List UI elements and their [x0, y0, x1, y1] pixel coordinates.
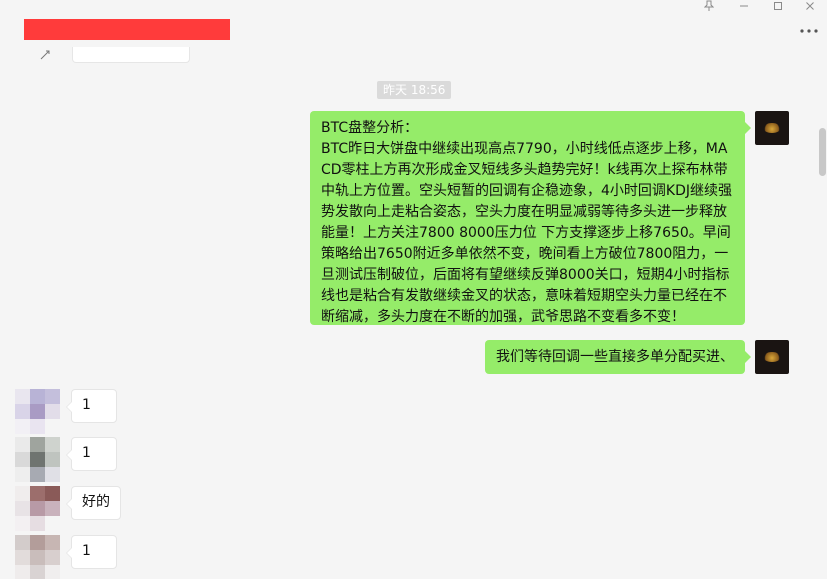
pin-icon[interactable]: [698, 0, 720, 14]
message-text: 1: [82, 445, 91, 461]
scrollbar-thumb[interactable]: [819, 128, 826, 176]
message-bubble[interactable]: 1: [66, 389, 117, 423]
outgoing-message[interactable]: BTC盘整分析： BTC昨日大饼盘中继续出现高点7790，小时线低点逐步上移，M…: [310, 111, 789, 325]
message-text: BTC盘整分析： BTC昨日大饼盘中继续出现高点7790，小时线低点逐步上移，M…: [321, 120, 732, 325]
avatar-pixelated[interactable]: [15, 486, 60, 531]
avatar[interactable]: [755, 111, 789, 145]
message-bubble[interactable]: 1: [66, 437, 117, 471]
avatar-logo: [763, 123, 781, 133]
incoming-message[interactable]: 1: [15, 535, 117, 579]
message-text: 我们等待回调一些直接多单分配买进、: [496, 349, 734, 365]
maximize-icon[interactable]: [767, 0, 789, 14]
message-bubble[interactable]: 1: [66, 535, 117, 569]
close-icon[interactable]: [799, 0, 821, 14]
chat-title-redacted: [24, 19, 230, 40]
partial-avatar: [28, 47, 58, 63]
avatar-pixelated[interactable]: [15, 437, 60, 482]
link-icon: [40, 49, 50, 63]
message-bubble[interactable]: 我们等待回调一些直接多单分配买进、: [485, 340, 751, 374]
incoming-message[interactable]: 1: [15, 389, 117, 434]
avatar-pixelated[interactable]: [15, 389, 60, 434]
message-text: 1: [82, 397, 91, 413]
partial-bubble: [72, 47, 190, 63]
avatar-pixelated[interactable]: [15, 535, 60, 579]
incoming-message[interactable]: 好的: [15, 486, 121, 531]
chat-area: 昨天 18:56 BTC盘整分析： BTC昨日大饼盘中继续出现高点7790，小时…: [0, 45, 817, 579]
outgoing-message[interactable]: 我们等待回调一些直接多单分配买进、: [485, 340, 789, 374]
message-text: 1: [82, 543, 91, 559]
avatar[interactable]: [755, 340, 789, 374]
title-bar: [0, 0, 827, 50]
message-bubble[interactable]: BTC盘整分析： BTC昨日大饼盘中继续出现高点7790，小时线低点逐步上移，M…: [310, 111, 751, 325]
minimize-icon[interactable]: [733, 0, 755, 14]
message-bubble[interactable]: 好的: [66, 486, 121, 520]
more-icon[interactable]: [799, 24, 819, 40]
avatar-logo: [763, 352, 781, 362]
message-text: 好的: [82, 494, 110, 510]
incoming-message[interactable]: 1: [15, 437, 117, 482]
timestamp: 昨天 18:56: [377, 81, 452, 99]
